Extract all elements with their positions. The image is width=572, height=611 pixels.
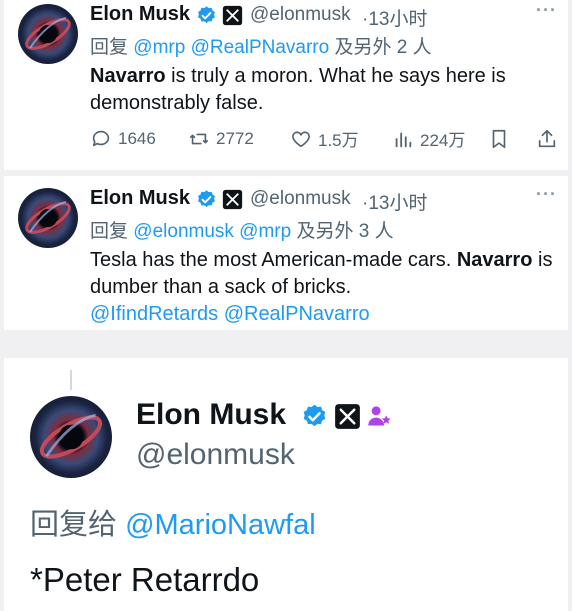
- author-handle[interactable]: @elonmusk: [250, 188, 351, 210]
- like-icon: [292, 130, 310, 147]
- author-name[interactable]: Elon Musk: [90, 3, 190, 26]
- share-icon: [538, 129, 556, 147]
- bookmark-button[interactable]: [488, 128, 536, 150]
- x-logo-icon: [222, 189, 243, 210]
- avatar[interactable]: [18, 188, 78, 248]
- avatar[interactable]: [30, 396, 112, 478]
- reply-suffix[interactable]: 及另外 2 人: [334, 37, 431, 58]
- x-logo-icon: [335, 404, 360, 429]
- retweet-count: 2772: [216, 128, 254, 148]
- views-button[interactable]: 224万: [392, 126, 488, 151]
- bold-text: Navarro: [456, 249, 533, 271]
- tweet-card[interactable]: Elon Musk @elonmusk ·13小时 ··· 回复 @elonmu…: [4, 176, 568, 330]
- avatar[interactable]: [18, 4, 78, 64]
- reply-context: 回复 @mrp @RealPNavarro 及另外 2 人: [90, 32, 432, 59]
- tweet-text: Tesla has the most American-made cars. N…: [90, 247, 566, 328]
- reply-mentions[interactable]: @elonmusk @mrp: [133, 221, 291, 242]
- reply-context: 回复给 @MarioNawfal: [30, 501, 316, 543]
- author-handle[interactable]: @elonmusk: [250, 4, 351, 26]
- reply-button[interactable]: 1646: [90, 128, 188, 150]
- tweet-card[interactable]: Elon Musk @elonmusk 回复给 @MarioNawfal *Pe…: [4, 358, 568, 611]
- timestamp[interactable]: ·13小时: [362, 4, 427, 31]
- views-icon: [395, 132, 412, 147]
- author-handle[interactable]: @elonmusk: [136, 438, 295, 472]
- like-button[interactable]: 1.5万: [290, 126, 392, 151]
- reply-count: 1646: [118, 128, 156, 148]
- author-name[interactable]: Elon Musk: [136, 398, 286, 432]
- author-name[interactable]: Elon Musk: [90, 187, 190, 210]
- reply-suffix[interactable]: 及另外 3 人: [296, 221, 393, 242]
- reply-prefix: 回复给: [30, 509, 118, 541]
- retweet-icon: [189, 133, 209, 144]
- verified-icon: [303, 404, 326, 427]
- tweet-text: Navarro is truly a moron. What he says h…: [90, 63, 540, 117]
- reply-prefix: 回复: [90, 37, 129, 58]
- timestamp[interactable]: ·13小时: [362, 188, 427, 215]
- tweet-text: *Peter Retarrdo: [30, 561, 260, 598]
- action-bar: 1646 2772 1.5万 224万: [90, 126, 566, 151]
- more-icon[interactable]: ···: [536, 0, 557, 21]
- bold-text: Navarro: [90, 65, 166, 87]
- tweet-mentions[interactable]: @IfindRetards @RealPNavarro: [90, 301, 566, 328]
- thread-line: [70, 370, 72, 390]
- share-button[interactable]: [536, 128, 564, 150]
- reply-icon: [92, 130, 110, 146]
- verified-icon: [198, 6, 215, 23]
- bookmark-icon: [492, 129, 506, 148]
- tweet-card[interactable]: Elon Musk @elonmusk ·13小时 ··· 回复 @mrp @R…: [4, 0, 568, 170]
- retweet-button[interactable]: 2772: [188, 128, 290, 150]
- reply-mentions[interactable]: @mrp @RealPNavarro: [133, 37, 329, 58]
- affiliate-badge-icon: [368, 406, 391, 426]
- verified-icon: [198, 190, 215, 207]
- more-icon[interactable]: ···: [536, 184, 557, 205]
- reply-mention[interactable]: @MarioNawfal: [125, 509, 316, 541]
- reply-context: 回复 @elonmusk @mrp 及另外 3 人: [90, 216, 394, 243]
- text-pre: Tesla has the most American-made cars.: [90, 249, 457, 271]
- reply-prefix: 回复: [90, 221, 129, 242]
- like-count: 1.5万: [318, 131, 359, 150]
- x-logo-icon: [222, 5, 243, 26]
- view-count: 224万: [420, 131, 466, 150]
